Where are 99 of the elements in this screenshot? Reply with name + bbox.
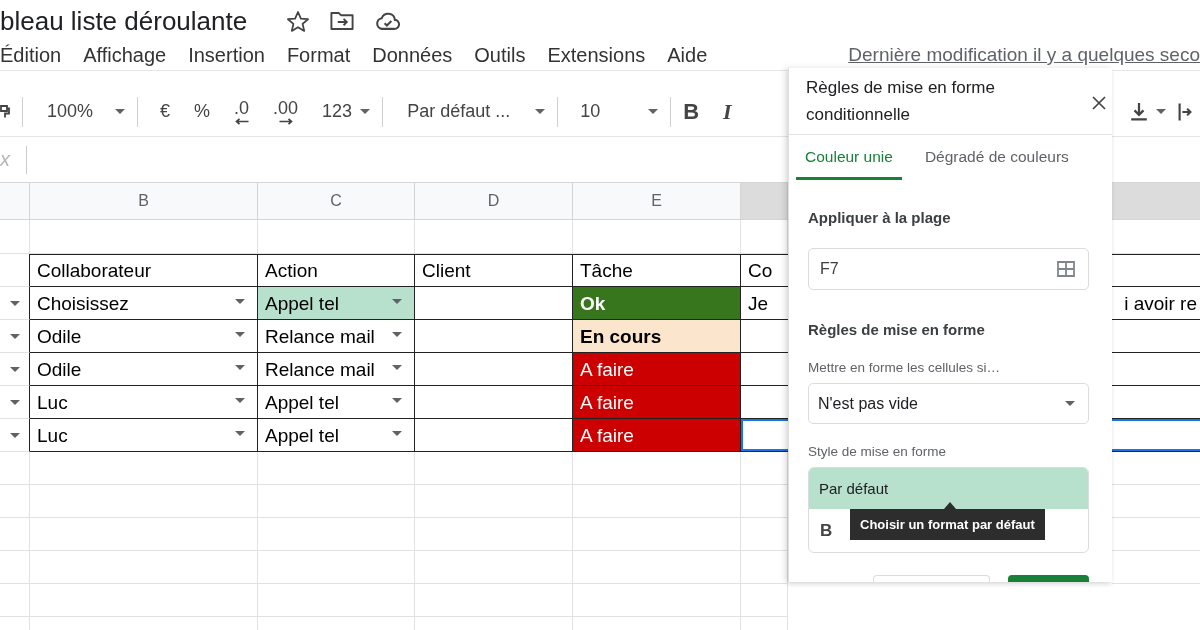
bold-button[interactable]: B	[683, 98, 699, 125]
menu-item[interactable]: Édition	[0, 43, 62, 67]
cell-text: Ok	[580, 293, 606, 315]
grid-cell	[0, 518, 30, 551]
grid-cell	[0, 584, 30, 617]
tooltip: Choisir un format par défaut	[850, 502, 1045, 540]
caret-icon[interactable]	[235, 298, 245, 304]
caret-icon[interactable]	[9, 300, 20, 306]
cell-text: Client	[422, 260, 471, 282]
align-bottom-icon	[1130, 102, 1148, 121]
paint-roller-icon[interactable]	[0, 105, 10, 118]
cell-text: Odile	[37, 359, 82, 381]
toolbar-button[interactable]: %	[194, 101, 211, 122]
cloud-check-icon[interactable]	[375, 12, 402, 30]
cell-text: A faire	[580, 359, 634, 381]
condition-dropdown[interactable]: N'est pas vide	[808, 383, 1089, 424]
decimal-button[interactable]: .0	[234, 98, 250, 125]
bar-arrow-icon[interactable]	[1178, 101, 1192, 122]
caret-icon[interactable]	[9, 399, 20, 405]
menu-item[interactable]: Insertion	[188, 43, 265, 67]
column-header[interactable]: D	[415, 182, 573, 220]
grid-cell	[0, 485, 30, 518]
caret-icon	[1156, 109, 1166, 114]
arrow-left-icon	[234, 117, 249, 125]
cell-text: Appel tel	[265, 293, 339, 315]
cell-text: Tâche	[580, 260, 633, 282]
italic-button[interactable]: I	[723, 98, 732, 125]
cell-text: Je	[748, 293, 769, 315]
caret-icon[interactable]	[235, 331, 245, 337]
cell-text: Relance mail	[265, 359, 375, 381]
grid-cell	[741, 584, 788, 617]
cell-text: Relance mail	[265, 326, 375, 348]
caret-icon	[535, 109, 546, 114]
document-title: bleau liste déroulante	[0, 5, 248, 37]
grid-icon[interactable]	[1057, 261, 1075, 277]
caret-icon[interactable]	[235, 364, 245, 370]
range-field[interactable]: F7	[808, 248, 1089, 290]
folder-arrow-icon[interactable]	[330, 12, 355, 30]
grid-cell	[0, 220, 30, 254]
toolbar-dropdown[interactable]: 100%	[47, 101, 125, 122]
toolbar-dropdown[interactable]: Par défaut ...	[407, 101, 546, 122]
cell-text: En cours	[580, 326, 662, 348]
cell-text: A faire	[580, 425, 634, 447]
panel-title: Règles de mise en forme conditionnelle	[806, 77, 996, 126]
toolbar-dropdown[interactable]: 10	[580, 101, 659, 122]
field-label: Mettre en forme les cellules si…	[808, 360, 1002, 376]
cell-text: Action	[265, 260, 318, 282]
tab[interactable]: Couleur unie	[796, 135, 902, 180]
cell-text: i avoir re	[1124, 293, 1197, 315]
caret-icon	[1065, 401, 1075, 406]
cell-text: Appel tel	[265, 392, 339, 414]
column-header[interactable]: E	[573, 182, 741, 220]
caret-icon[interactable]	[235, 430, 245, 436]
close-icon	[1092, 96, 1106, 110]
caret-icon[interactable]	[392, 364, 402, 370]
column-header[interactable]: C	[258, 182, 415, 220]
decimal-button[interactable]: .00	[273, 98, 299, 125]
caret-icon[interactable]	[392, 331, 402, 337]
grid-cell	[0, 551, 30, 584]
caret-icon[interactable]	[392, 430, 402, 436]
formula-label: x	[0, 148, 10, 171]
last-edit-link[interactable]: Dernière modification il y a quelques seco	[848, 44, 1200, 66]
close-button[interactable]	[1092, 96, 1106, 110]
section-label: Appliquer à la plage	[808, 208, 952, 228]
caret-icon	[648, 109, 659, 114]
menu-item[interactable]: Format	[286, 43, 351, 67]
caret-icon[interactable]	[392, 298, 402, 304]
menu-item[interactable]: Aide	[667, 43, 708, 67]
star-icon[interactable]	[287, 10, 310, 32]
toolbar-button[interactable]: €	[160, 101, 170, 122]
menu-item[interactable]: Extensions	[547, 43, 646, 67]
caret-icon	[115, 109, 125, 114]
cell-text: A faire	[580, 392, 634, 414]
field-label: Style de mise en forme	[808, 444, 948, 460]
vertical-align-button[interactable]	[1130, 102, 1166, 121]
caret-icon[interactable]	[9, 333, 20, 339]
section-heading: Règles de mise en forme	[808, 320, 986, 340]
cell-text: Collaborateur	[37, 260, 152, 282]
cell-text: Luc	[37, 425, 68, 447]
arrow-right-icon	[278, 117, 293, 125]
caret-icon[interactable]	[9, 366, 20, 372]
toolbar-dropdown[interactable]: 123	[322, 101, 371, 122]
cell-text: Co	[748, 260, 773, 282]
menu-item[interactable]: Affichage	[83, 43, 167, 67]
caret-icon	[360, 109, 371, 114]
cell-text: Appel tel	[265, 425, 339, 447]
cell-text: Luc	[37, 392, 68, 414]
tab[interactable]: Dégradé de couleurs	[915, 135, 1078, 180]
cell-text: Choisissez	[37, 293, 129, 315]
caret-icon[interactable]	[392, 397, 402, 403]
bold-button[interactable]: B	[820, 520, 833, 541]
menu-item[interactable]: Données	[372, 43, 453, 67]
caret-icon[interactable]	[9, 432, 20, 438]
column-header[interactable]: B	[30, 182, 258, 220]
style-preview[interactable]: Par défaut	[809, 468, 1088, 509]
caret-icon[interactable]	[235, 397, 245, 403]
cell-text: Odile	[37, 326, 82, 348]
menu-item[interactable]: Outils	[474, 43, 526, 67]
grid-cell	[0, 452, 30, 485]
